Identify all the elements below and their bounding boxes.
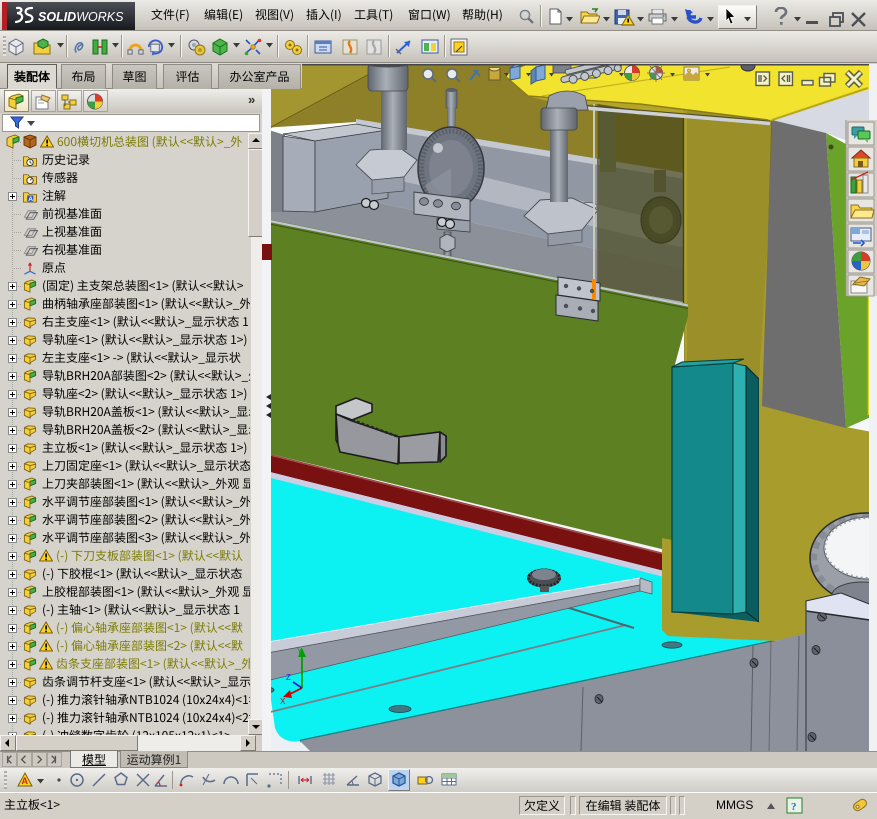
svg-text:Z: Z xyxy=(286,673,291,682)
svg-text:A: A xyxy=(22,776,29,786)
svg-text:?: ? xyxy=(791,801,797,813)
svg-text:A: A xyxy=(28,196,33,203)
svg-text:Y: Y xyxy=(297,647,303,656)
svg-text:X: X xyxy=(280,697,286,706)
svg-text:SOLIDWORKS: SOLIDWORKS xyxy=(38,10,124,24)
